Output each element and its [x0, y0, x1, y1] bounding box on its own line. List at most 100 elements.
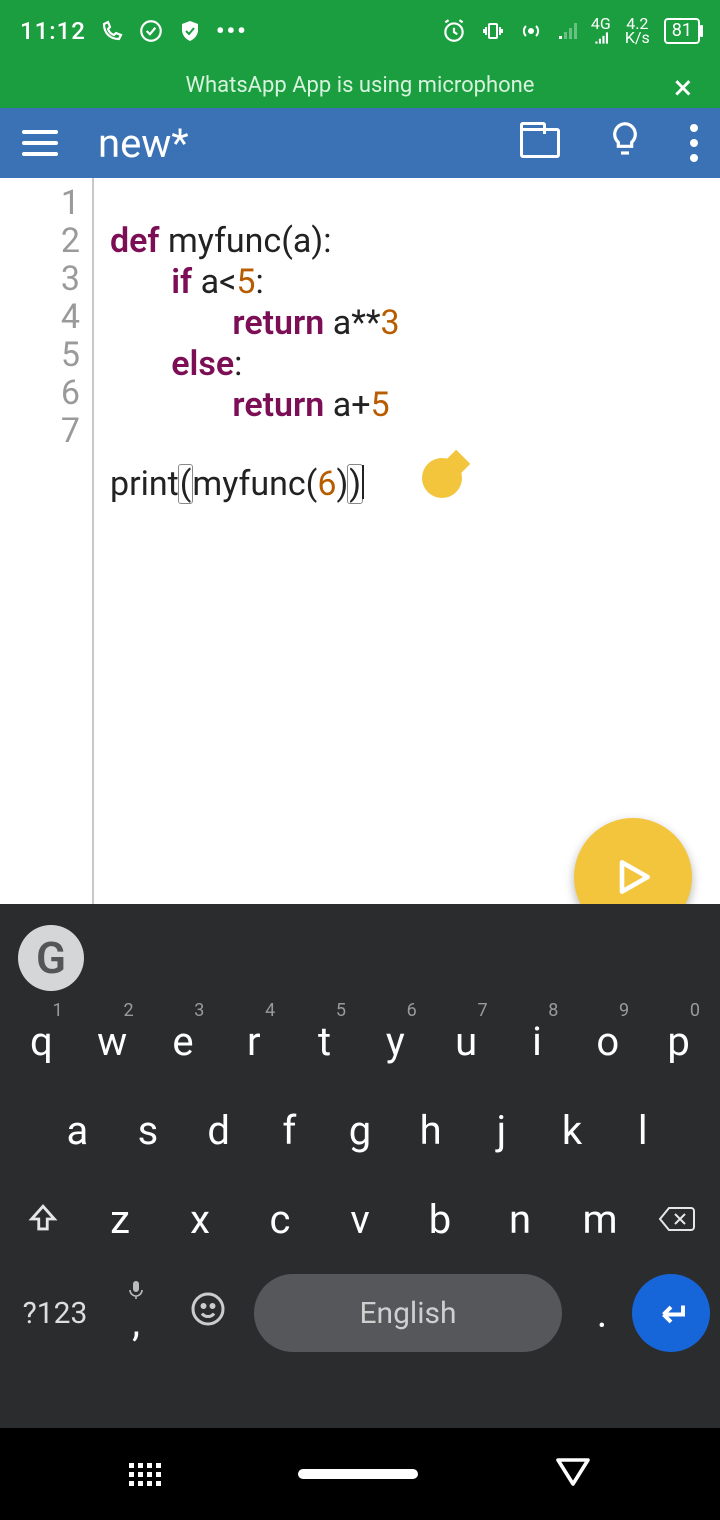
- symbols-key[interactable]: ?123: [10, 1296, 100, 1331]
- key-f[interactable]: f: [254, 1085, 325, 1174]
- keyword-if: if: [171, 262, 192, 302]
- code-text: a<: [192, 262, 236, 302]
- enter-key[interactable]: [632, 1274, 710, 1352]
- bracket-match: ): [348, 465, 362, 503]
- keyboard-toolbar: G: [0, 920, 720, 996]
- key-i[interactable]: 8i: [502, 996, 573, 1085]
- navigation-bar: [0, 1428, 720, 1520]
- emoji-key[interactable]: [172, 1290, 244, 1337]
- status-left: 11:12 •••: [20, 17, 248, 45]
- overflow-menu-icon[interactable]: [690, 124, 698, 162]
- key-w[interactable]: 2w: [77, 996, 148, 1085]
- text-cursor: [362, 465, 364, 499]
- key-b[interactable]: b: [400, 1174, 480, 1263]
- back-icon[interactable]: [555, 1454, 591, 1494]
- signal-1-icon: [557, 21, 577, 41]
- key-x[interactable]: x: [160, 1174, 240, 1263]
- line-number: 7: [0, 412, 80, 450]
- key-u[interactable]: 7u: [431, 996, 502, 1085]
- key-h[interactable]: h: [395, 1085, 466, 1174]
- notification-text: WhatsApp App is using microphone: [186, 73, 535, 98]
- appbar-actions: [520, 121, 698, 165]
- key-o[interactable]: 9o: [572, 996, 643, 1085]
- net-gen: 4G: [591, 17, 611, 31]
- space-key[interactable]: English: [254, 1274, 562, 1352]
- shield-icon: [178, 19, 202, 43]
- key-a[interactable]: a: [42, 1085, 113, 1174]
- line-number: 6: [0, 374, 80, 412]
- chat-icon: [138, 18, 164, 44]
- number-literal: 6: [317, 464, 336, 504]
- key-z[interactable]: z: [80, 1174, 160, 1263]
- code-text: myfunc(: [192, 464, 317, 504]
- hotspot-icon: [519, 19, 543, 43]
- key-e[interactable]: 3e: [148, 996, 219, 1085]
- number-literal: 3: [380, 303, 399, 343]
- key-row-2: asdfghjkl: [0, 1085, 720, 1174]
- backspace-key[interactable]: [640, 1204, 714, 1234]
- key-l[interactable]: l: [607, 1085, 678, 1174]
- comma-label: ,: [100, 1299, 172, 1346]
- shift-key[interactable]: [6, 1202, 80, 1236]
- key-g[interactable]: g: [325, 1085, 396, 1174]
- key-t[interactable]: 5t: [289, 996, 360, 1085]
- number-literal: 5: [236, 262, 255, 302]
- folder-icon[interactable]: [520, 128, 560, 158]
- comma-key[interactable]: ,: [100, 1280, 172, 1346]
- code-text: print: [110, 464, 179, 504]
- code-text: :: [255, 262, 263, 302]
- key-p[interactable]: 0p: [643, 996, 714, 1085]
- key-row-1: 1q2w3e4r5t6y7u8i9o0p: [0, 996, 720, 1085]
- key-q[interactable]: 1q: [6, 996, 77, 1085]
- status-bar: 11:12 ••• 4G 4.2 K/s 8: [0, 0, 720, 62]
- line-number: 5: [0, 336, 80, 374]
- code-text: :: [234, 344, 242, 384]
- status-right: 4G 4.2 K/s 81: [441, 17, 700, 45]
- signal-2-icon: 4G: [591, 17, 611, 45]
- net-speed: 4.2 K/s: [625, 17, 650, 45]
- space-label: English: [359, 1296, 456, 1331]
- key-d[interactable]: d: [183, 1085, 254, 1174]
- key-row-func: ?123 , English .: [0, 1263, 720, 1363]
- code-text: a+: [324, 385, 370, 425]
- key-k[interactable]: k: [537, 1085, 608, 1174]
- key-r[interactable]: 4r: [218, 996, 289, 1085]
- line-number: 4: [0, 298, 80, 336]
- recent-apps-icon[interactable]: [129, 1463, 161, 1486]
- close-icon[interactable]: ×: [674, 68, 692, 108]
- cursor-handle[interactable]: [414, 450, 471, 507]
- key-n[interactable]: n: [480, 1174, 560, 1263]
- keyword-return: return: [232, 385, 324, 425]
- code-area[interactable]: def myfunc(a): if a<5: return a**3 else:…: [94, 178, 400, 904]
- key-j[interactable]: j: [466, 1085, 537, 1174]
- line-number: 3: [0, 260, 80, 298]
- code-editor[interactable]: 1 2 3 4 5 6 7 def myfunc(a): if a<5: ret…: [0, 178, 720, 904]
- phone-icon: [100, 19, 124, 43]
- grammarly-icon[interactable]: G: [18, 925, 84, 991]
- code-text: ): [336, 464, 348, 504]
- grammarly-letter: G: [36, 932, 66, 984]
- bracket-match: (: [179, 465, 193, 503]
- battery-indicator: 81: [664, 18, 700, 44]
- line-number: 2: [0, 222, 80, 260]
- key-c[interactable]: c: [240, 1174, 320, 1263]
- vibrate-icon: [481, 19, 505, 43]
- period-key[interactable]: .: [572, 1290, 632, 1337]
- clock: 11:12: [20, 17, 86, 45]
- key-y[interactable]: 6y: [360, 996, 431, 1085]
- more-dots-icon: •••: [216, 17, 248, 45]
- bulb-icon[interactable]: [608, 121, 642, 165]
- code-text: a**: [324, 303, 380, 343]
- app-bar: new*: [0, 108, 720, 178]
- key-v[interactable]: v: [320, 1174, 400, 1263]
- keyword-return: return: [232, 303, 324, 343]
- menu-icon[interactable]: [22, 130, 58, 156]
- key-s[interactable]: s: [113, 1085, 184, 1174]
- code-text: myfunc(a):: [160, 221, 332, 261]
- key-m[interactable]: m: [560, 1174, 640, 1263]
- home-gesture-pill[interactable]: [298, 1469, 418, 1479]
- microphone-notification[interactable]: WhatsApp App is using microphone ×: [0, 62, 720, 108]
- soft-keyboard: G 1q2w3e4r5t6y7u8i9o0p asdfghjkl zxcvbnm…: [0, 904, 720, 1428]
- keyword-def: def: [110, 221, 160, 261]
- keyword-else: else: [171, 344, 234, 384]
